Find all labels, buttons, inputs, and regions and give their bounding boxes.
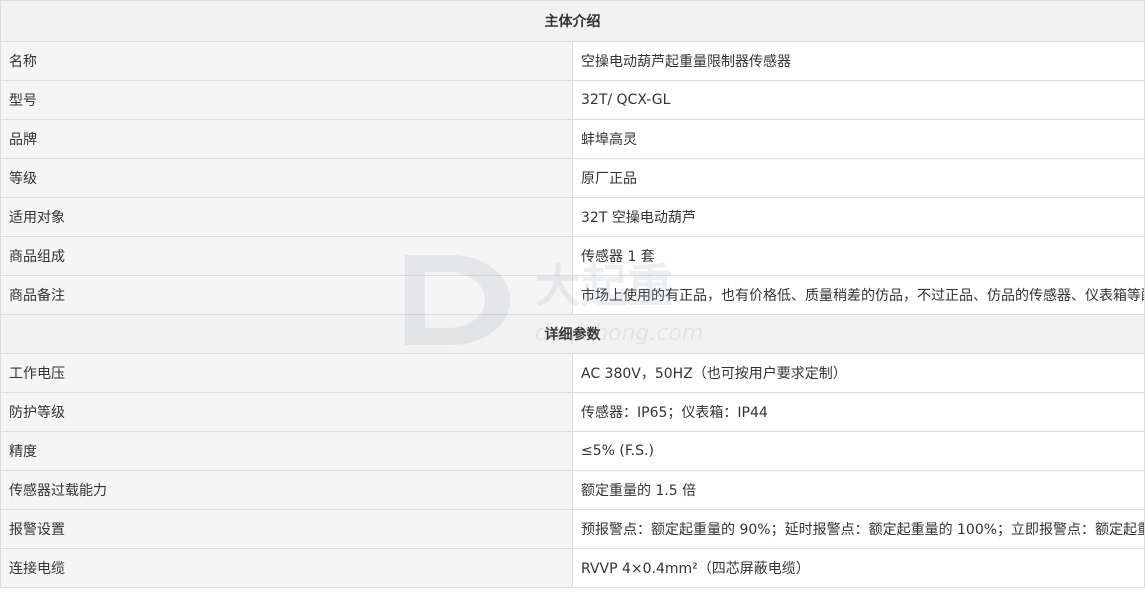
- table-row: 防护等级 传感器：IP65；仪表箱：IP44: [0, 392, 1145, 432]
- section-title: 主体介绍: [0, 0, 1145, 42]
- table-row: 报警设置 预报警点：额定起重量的 90%；延时报警点：额定起重量的 100%；立…: [0, 509, 1145, 549]
- row-label: 精度: [0, 431, 573, 471]
- row-value: RVVP 4×0.4mm²（四芯屏蔽电缆）: [572, 548, 1145, 588]
- table-row: 商品备注 市场上使用的有正品，也有价格低、质量稍差的仿品，不过正品、仿品的传感器…: [0, 275, 1145, 315]
- row-value: 32T/ QCX-GL: [572, 80, 1145, 120]
- table-row: 适用对象 32T 空操电动葫芦: [0, 197, 1145, 237]
- row-label: 商品备注: [0, 275, 573, 315]
- row-value: 传感器 1 套: [572, 236, 1145, 276]
- row-value: 空操电动葫芦起重量限制器传感器: [572, 41, 1145, 81]
- table-row: 品牌 蚌埠高灵: [0, 119, 1145, 159]
- row-value: 传感器：IP65；仪表箱：IP44: [572, 392, 1145, 432]
- row-label: 商品组成: [0, 236, 573, 276]
- row-label: 适用对象: [0, 197, 573, 237]
- spec-table: 主体介绍 名称 空操电动葫芦起重量限制器传感器 型号 32T/ QCX-GL 品…: [0, 0, 1145, 588]
- section-title: 详细参数: [0, 314, 1145, 354]
- row-label: 名称: [0, 41, 573, 81]
- row-label: 型号: [0, 80, 573, 120]
- row-label: 工作电压: [0, 353, 573, 393]
- table-row: 精度 ≤5% (F.S.): [0, 431, 1145, 471]
- row-label: 连接电缆: [0, 548, 573, 588]
- row-label: 报警设置: [0, 509, 573, 549]
- table-row: 名称 空操电动葫芦起重量限制器传感器: [0, 41, 1145, 81]
- row-label: 防护等级: [0, 392, 573, 432]
- table-row: 型号 32T/ QCX-GL: [0, 80, 1145, 120]
- row-value: 蚌埠高灵: [572, 119, 1145, 159]
- table-row: 连接电缆 RVVP 4×0.4mm²（四芯屏蔽电缆）: [0, 548, 1145, 588]
- row-label: 传感器过载能力: [0, 470, 573, 510]
- row-value: 32T 空操电动葫芦: [572, 197, 1145, 237]
- row-value: 市场上使用的有正品，也有价格低、质量稍差的仿品，不过正品、仿品的传感器、仪表箱等…: [572, 275, 1145, 315]
- row-value: ≤5% (F.S.): [572, 431, 1145, 471]
- row-value: 预报警点：额定起重量的 90%；延时报警点：额定起重量的 100%；立即报警点：…: [572, 509, 1145, 549]
- row-label: 品牌: [0, 119, 573, 159]
- row-value: 原厂正品: [572, 158, 1145, 198]
- table-row: 等级 原厂正品: [0, 158, 1145, 198]
- table-row: 工作电压 AC 380V，50HZ（也可按用户要求定制）: [0, 353, 1145, 393]
- section-header-row: 主体介绍: [0, 0, 1145, 42]
- row-label: 等级: [0, 158, 573, 198]
- row-value: AC 380V，50HZ（也可按用户要求定制）: [572, 353, 1145, 393]
- row-value: 额定重量的 1.5 倍: [572, 470, 1145, 510]
- table-row: 商品组成 传感器 1 套: [0, 236, 1145, 276]
- table-row: 传感器过载能力 额定重量的 1.5 倍: [0, 470, 1145, 510]
- section-header-row: 详细参数: [0, 314, 1145, 354]
